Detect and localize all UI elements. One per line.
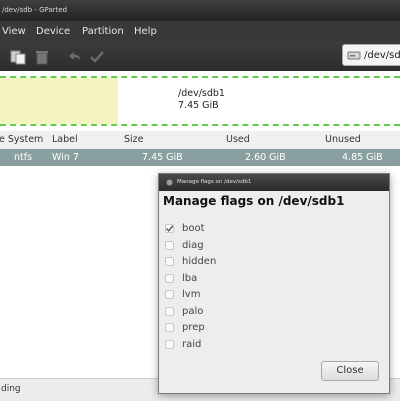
flag-label-raid: raid <box>182 338 202 350</box>
column-used[interactable]: Used <box>226 131 250 149</box>
device-selector-label: /dev/sdb <box>364 50 400 61</box>
device-selector[interactable]: /dev/sdb <box>342 44 400 66</box>
row-used: 2.60 GiB <box>245 152 286 163</box>
row-filesystem: ntfs <box>14 152 33 163</box>
row-label: Win 7 <box>52 152 79 163</box>
flag-checkbox-raid[interactable] <box>165 339 174 349</box>
dialog-title-bar: Manage flags on /dev/sdb1 <box>159 174 389 191</box>
drive-icon <box>347 51 361 60</box>
undo-icon[interactable] <box>65 48 83 66</box>
apply-icon[interactable] <box>88 48 106 66</box>
window-title: /dev/sdb - GParted <box>2 6 68 14</box>
checkmark-icon <box>165 225 174 232</box>
flag-checkbox-lba[interactable] <box>165 273 174 283</box>
menu-partition[interactable]: Partition <box>82 21 124 42</box>
flag-checkbox-prep[interactable] <box>165 323 174 332</box>
partition-graphic-name: /dev/sdb1 <box>178 88 225 99</box>
menu-view[interactable]: View <box>2 21 26 42</box>
paste-icon[interactable] <box>9 48 27 66</box>
toolbar <box>0 42 400 71</box>
menu-bar: View Device Partition Help <box>0 21 400 42</box>
dialog-heading: Manage flags on /dev/sdb1 <box>163 194 345 208</box>
flag-checkbox-palo[interactable] <box>165 306 174 316</box>
flag-checkbox-lvm[interactable] <box>165 290 174 299</box>
manage-flags-dialog: Manage flags on /dev/sdb1 Manage flags o… <box>158 173 390 394</box>
status-text: ding <box>1 384 21 394</box>
flag-label-lba: lba <box>182 272 198 284</box>
gparted-app-icon <box>166 179 173 186</box>
flag-checkbox-diag[interactable] <box>165 240 174 250</box>
partition-graphic-size: 7.45 GiB <box>178 100 219 111</box>
column-unused[interactable]: Unused <box>325 131 361 149</box>
menu-device[interactable]: Device <box>36 21 70 42</box>
partition-table-header: e System Label Size Used Unused <box>0 131 400 150</box>
column-size[interactable]: Size <box>124 131 144 149</box>
flag-label-boot: boot <box>182 223 205 234</box>
dialog-title: Manage flags on /dev/sdb1 <box>177 179 252 185</box>
flag-label-palo: palo <box>182 305 204 317</box>
flag-checkbox-hidden[interactable] <box>165 257 174 266</box>
row-size: 7.45 GiB <box>142 152 183 163</box>
window-title-bar: /dev/sdb - GParted <box>0 0 400 21</box>
flag-label-hidden: hidden <box>182 256 217 267</box>
row-unused: 4.85 GiB <box>342 152 383 163</box>
partition-bar-segment <box>0 78 118 124</box>
flag-label-prep: prep <box>182 322 205 333</box>
delete-icon[interactable] <box>33 48 51 66</box>
close-button[interactable]: Close <box>321 361 379 381</box>
flag-label-lvm: lvm <box>182 289 201 300</box>
column-filesystem[interactable]: e System <box>0 131 43 149</box>
table-row[interactable]: ntfs Win 7 7.45 GiB 2.60 GiB 4.85 GiB <box>0 149 400 166</box>
column-label[interactable]: Label <box>52 131 78 149</box>
flag-label-diag: diag <box>182 239 204 251</box>
flag-checkbox-boot[interactable] <box>165 224 174 233</box>
menu-help[interactable]: Help <box>134 21 157 42</box>
